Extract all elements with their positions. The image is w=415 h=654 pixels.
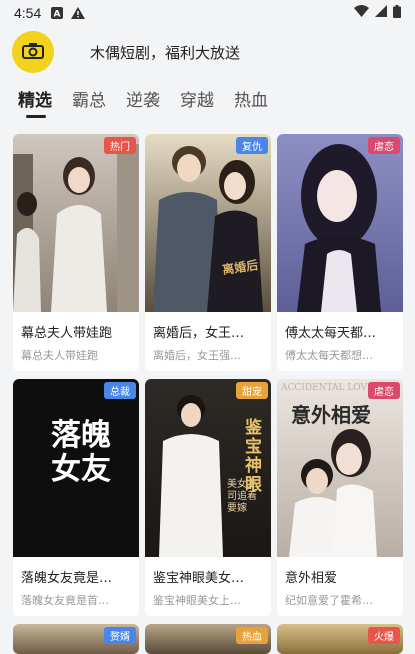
- drama-card[interactable]: 落魄女友 总裁 落魄女友竟是… 落魄女友竟是首…: [13, 379, 139, 616]
- genre-badge: 甜宠: [236, 382, 268, 399]
- drama-card[interactable]: ACCIDENTAL LOVE 意外相爱 虐恋 意外相爱 纪如意爱了霍希…: [277, 379, 403, 616]
- drama-title: 落魄女友竟是…: [21, 571, 113, 586]
- drama-cover: 赘婿: [13, 624, 139, 654]
- drama-cover: 鉴宝神眼 美女上司追着要嫁 甜宠: [145, 379, 271, 557]
- drama-card[interactable]: 火爆: [277, 624, 403, 654]
- camera-icon: [22, 41, 44, 63]
- drama-title: 离婚后，女王…: [153, 326, 245, 341]
- drama-cover: 火爆: [277, 624, 403, 654]
- app-logo[interactable]: [12, 31, 54, 73]
- drama-cover: 热门: [13, 134, 139, 312]
- genre-badge: 火爆: [368, 627, 400, 644]
- drama-card[interactable]: 鉴宝神眼 美女上司追着要嫁 甜宠 鉴宝神眼美女… 鉴宝神眼美女上…: [145, 379, 271, 616]
- cover-title-text: 意外相爱: [291, 403, 371, 427]
- svg-text:A: A: [54, 10, 61, 20]
- genre-badge: 热血: [236, 627, 268, 644]
- drama-title: 鉴宝神眼美女…: [153, 571, 245, 586]
- drama-cover: 热血: [145, 624, 271, 654]
- tab-selected[interactable]: 精选: [18, 86, 52, 118]
- genre-badge: 虐恋: [368, 137, 400, 154]
- drama-subtitle: 幕总夫人带娃跑: [21, 349, 98, 362]
- header-title: 木偶短剧，福利大放送: [90, 43, 241, 62]
- category-tabs: 精选 霸总 逆袭 穿越 热血: [0, 86, 415, 120]
- drama-title: 傅太太每天都…: [285, 326, 377, 341]
- drama-title: 意外相爱: [285, 571, 338, 586]
- genre-badge: 虐恋: [368, 382, 400, 399]
- tab-hot-blood[interactable]: 热血: [234, 86, 268, 116]
- drama-cover: 落魄女友 总裁: [13, 379, 139, 557]
- wifi-icon: [354, 5, 369, 21]
- drama-card[interactable]: 赘婿: [13, 624, 139, 654]
- drama-subtitle: 落魄女友竟是首…: [21, 594, 109, 607]
- genre-badge: 复仇: [236, 137, 268, 154]
- drama-cover: 离婚后 复仇: [145, 134, 271, 312]
- tab-ceo[interactable]: 霸总: [72, 86, 106, 116]
- drama-subtitle: 纪如意爱了霍希…: [285, 594, 373, 607]
- status-time: 4:54: [14, 5, 42, 21]
- drama-cover: 虐恋: [277, 134, 403, 312]
- cover-title-text: 落魄女友: [51, 418, 111, 487]
- warning-icon: [71, 7, 86, 19]
- drama-subtitle: 离婚后，女王强…: [153, 349, 241, 362]
- tab-time-travel[interactable]: 穿越: [180, 86, 214, 116]
- drama-card[interactable]: 热血: [145, 624, 271, 654]
- drama-card[interactable]: 离婚后 复仇 离婚后，女王… 离婚后，女王强…: [145, 134, 271, 371]
- drama-cover: ACCIDENTAL LOVE 意外相爱 虐恋: [277, 379, 403, 557]
- tab-comeback[interactable]: 逆袭: [126, 86, 160, 116]
- drama-card[interactable]: 热门 幕总夫人带娃跑 幕总夫人带娃跑: [13, 134, 139, 371]
- notification-a-icon: A: [51, 7, 64, 20]
- app-header: 木偶短剧，福利大放送: [0, 26, 415, 78]
- genre-badge: 赘婿: [104, 627, 136, 644]
- battery-icon: [393, 4, 401, 22]
- drama-title: 幕总夫人带娃跑: [21, 326, 113, 341]
- cover-subtitle-text: 美女上司追着要嫁: [227, 479, 257, 514]
- genre-badge: 总裁: [104, 382, 136, 399]
- signal-icon: [375, 5, 387, 21]
- drama-subtitle: 傅太太每天都想…: [285, 349, 373, 362]
- drama-grid: 热门 幕总夫人带娃跑 幕总夫人带娃跑 离婚后 复仇 离婚后，女王… 离婚后，女王…: [13, 134, 408, 654]
- cover-en-text: ACCIDENTAL LOVE: [281, 383, 374, 393]
- genre-badge: 热门: [104, 137, 136, 154]
- status-bar: 4:54 A: [0, 0, 415, 26]
- drama-card[interactable]: 虐恋 傅太太每天都… 傅太太每天都想…: [277, 134, 403, 371]
- drama-subtitle: 鉴宝神眼美女上…: [153, 594, 241, 607]
